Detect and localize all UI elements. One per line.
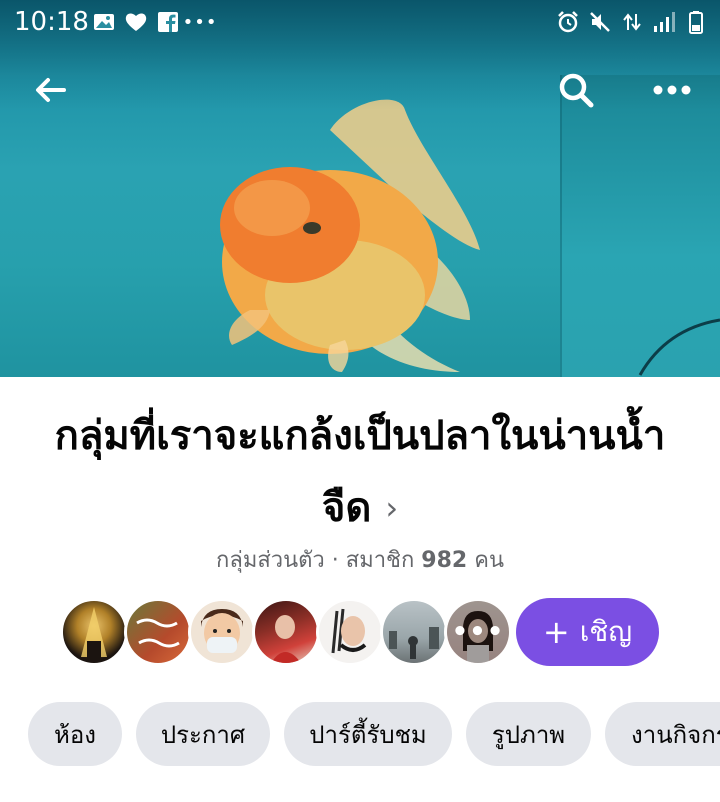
signal-icon	[652, 10, 676, 34]
chip-events[interactable]: งานกิจกรรม	[605, 702, 720, 766]
search-button[interactable]	[552, 66, 600, 114]
alarm-icon	[556, 10, 580, 34]
status-bar: 10:18 •••	[0, 0, 720, 44]
avatar[interactable]	[60, 598, 128, 666]
avatar[interactable]	[380, 598, 448, 666]
group-privacy: กลุ่มส่วนตัว	[216, 548, 325, 573]
member-count: 982	[421, 548, 468, 573]
chip-announcements[interactable]: ประกาศ	[136, 702, 270, 766]
data-arrows-icon	[620, 10, 644, 34]
members-suffix: คน	[467, 548, 504, 573]
status-left-icons: •••	[92, 10, 218, 34]
group-tabs: ห้อง ประกาศ ปาร์ตี้รับชม รูปภาพ งานกิจกร…	[28, 702, 720, 766]
image-icon	[92, 10, 116, 34]
search-icon	[559, 73, 594, 108]
chip-watch-party[interactable]: ปาร์ตี้รับชม	[284, 702, 452, 766]
group-name-line1[interactable]: กลุ่มที่เราจะแกล้งเป็นปลาในน่านน้ำ	[20, 408, 700, 464]
avatar[interactable]	[252, 598, 320, 666]
chip-rooms[interactable]: ห้อง	[28, 702, 122, 766]
group-name-line2[interactable]: จืด ›	[0, 480, 720, 536]
meta-separator: ·	[324, 548, 346, 573]
members-prefix: สมาชิก	[345, 548, 422, 573]
cover-photo[interactable]: 10:18 •••	[0, 0, 720, 377]
more-members-indicator: •••	[447, 601, 509, 663]
avatar[interactable]	[124, 598, 192, 666]
facebook-icon	[156, 10, 180, 34]
more-options-button[interactable]	[648, 66, 696, 114]
invite-label: เชิญ	[579, 615, 633, 648]
arrow-left-icon	[36, 78, 66, 102]
plus-icon: +	[542, 613, 570, 651]
more-icon: •••	[182, 11, 218, 33]
mute-icon	[588, 10, 612, 34]
more-horizontal-icon	[653, 85, 691, 95]
chevron-right-icon: ›	[385, 489, 399, 527]
group-name-tail: จืด	[321, 485, 372, 531]
invite-button[interactable]: + เชิญ	[516, 598, 659, 666]
status-time: 10:18	[14, 7, 89, 37]
status-right-icons	[556, 10, 708, 34]
heart-icon	[124, 10, 148, 34]
battery-icon	[684, 10, 708, 34]
chip-photos[interactable]: รูปภาพ	[466, 702, 591, 766]
back-button[interactable]	[28, 68, 72, 112]
avatar[interactable]	[188, 598, 256, 666]
avatar[interactable]	[316, 598, 384, 666]
group-meta: กลุ่มส่วนตัว · สมาชิก 982 คน	[0, 546, 720, 576]
avatar[interactable]: •••	[444, 598, 512, 666]
